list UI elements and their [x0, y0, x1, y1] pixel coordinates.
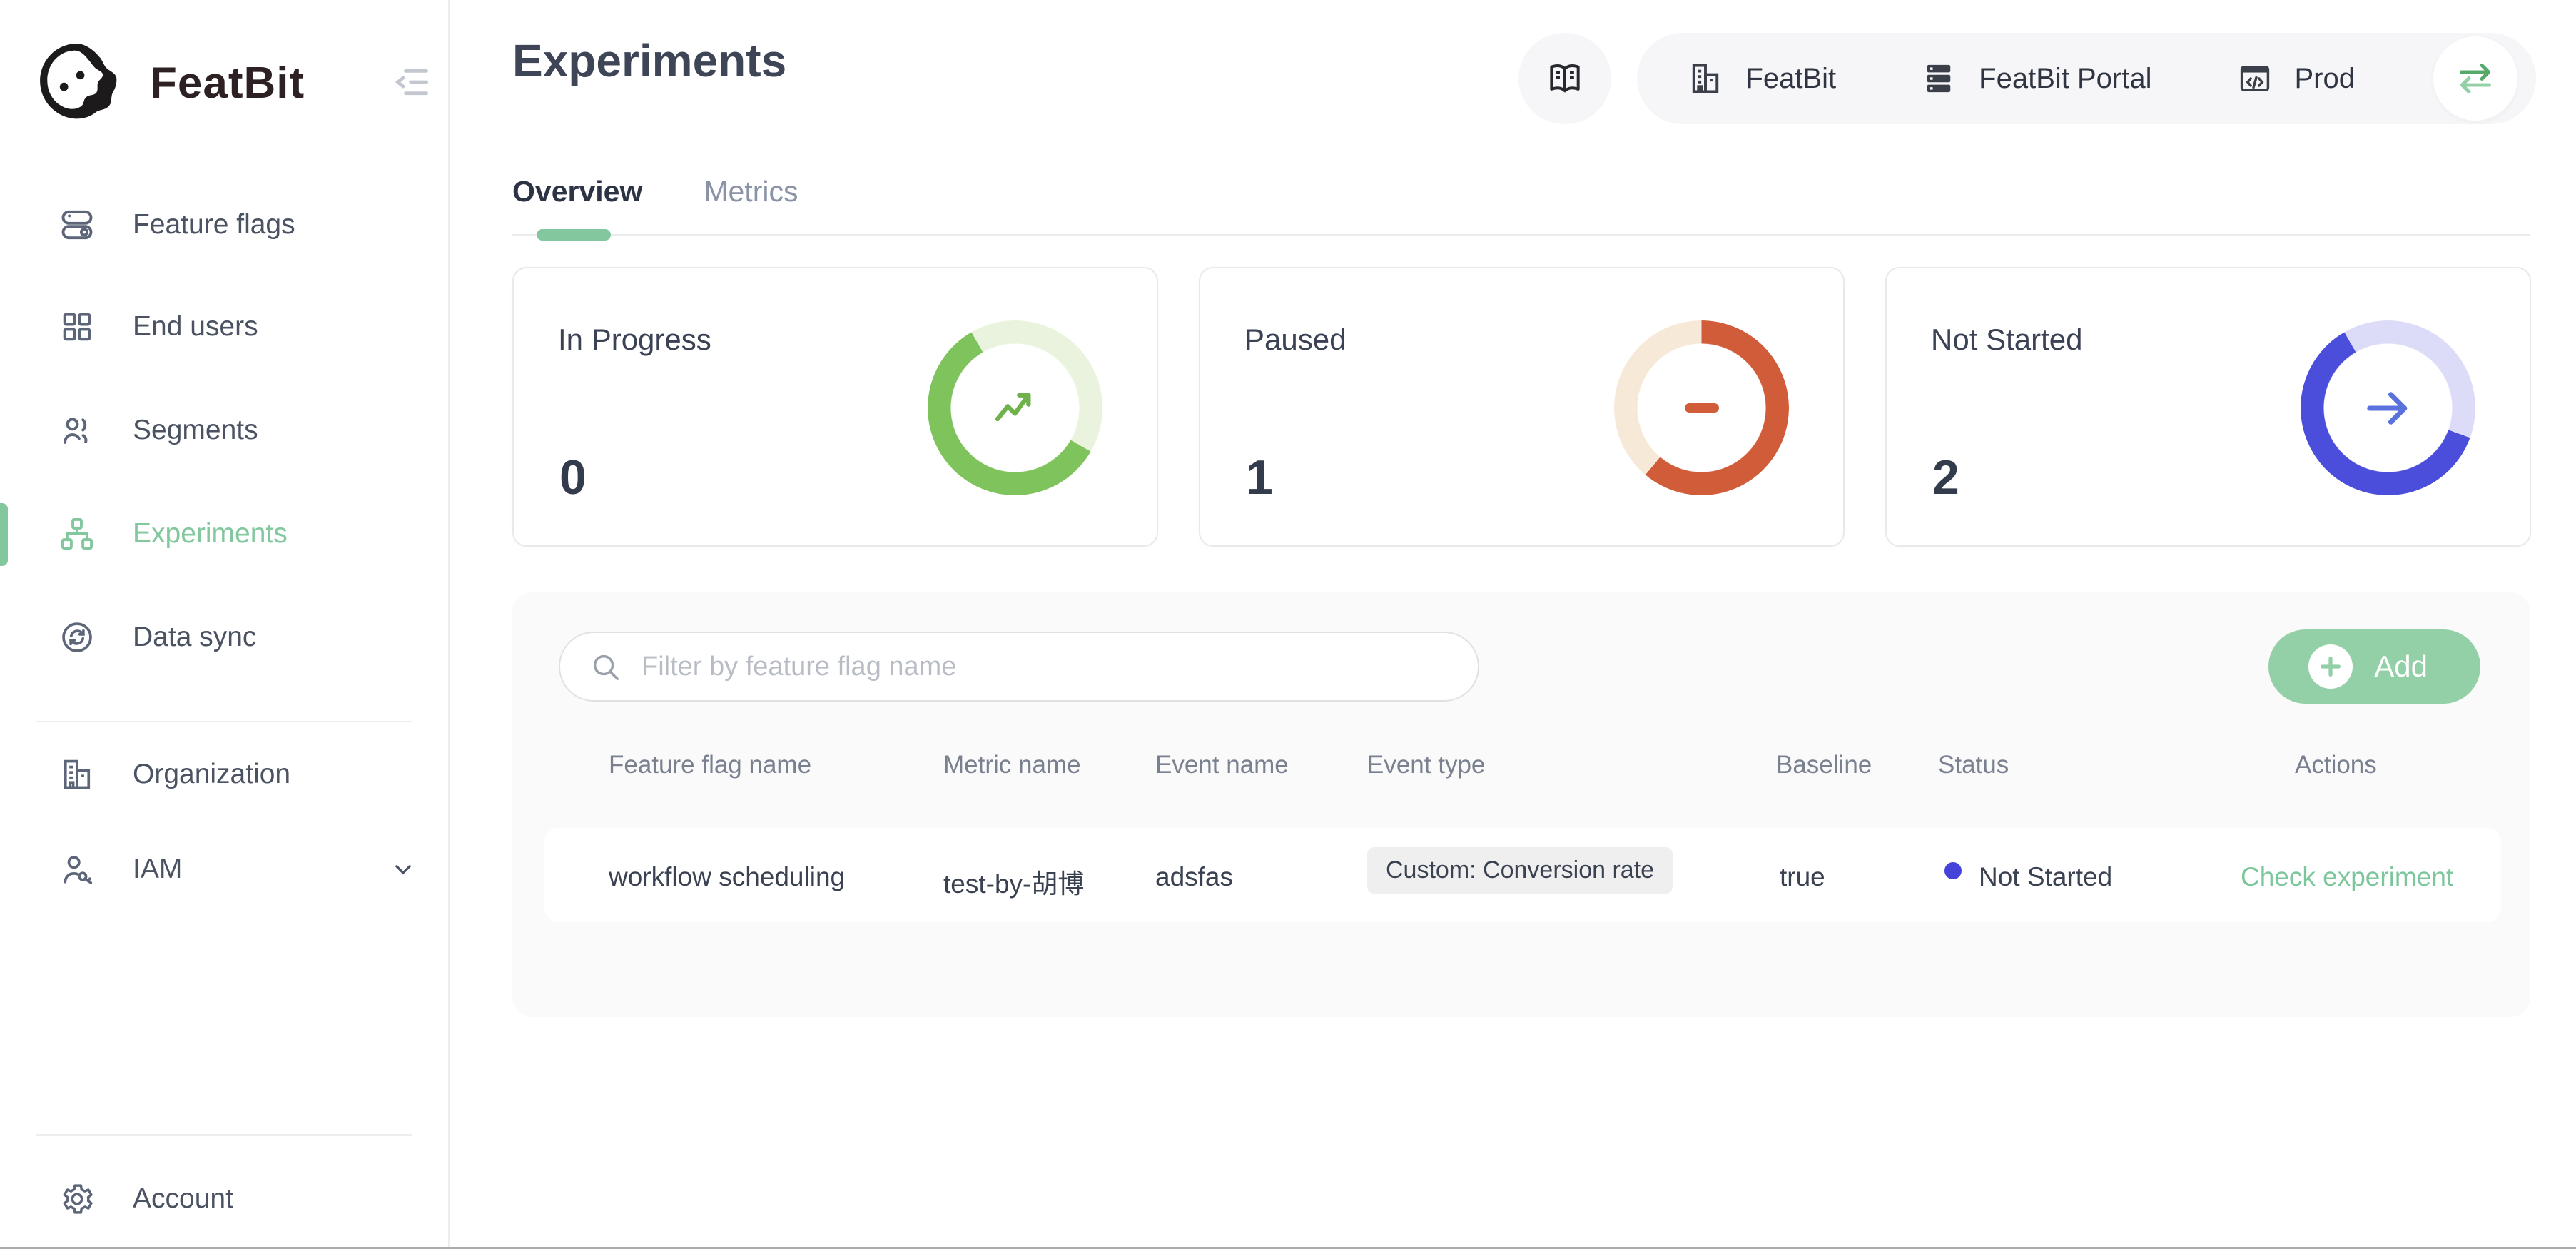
not-started-ring [2301, 320, 2475, 495]
event-name-cell: adsfas [1155, 862, 1233, 892]
card-value: 1 [1246, 450, 1273, 505]
feature-flag-name-cell: workflow scheduling [609, 862, 845, 892]
column-header: Status [1938, 751, 2009, 779]
feature-flags-icon [59, 206, 96, 243]
column-header: Baseline [1776, 751, 1872, 779]
browser-code-icon [2236, 60, 2273, 97]
server-stack-icon [1920, 60, 1957, 97]
sidebar-item-label: End users [133, 311, 258, 343]
chevron-down-icon[interactable] [389, 855, 417, 884]
search-input[interactable] [642, 652, 1449, 682]
iam-icon [59, 851, 96, 888]
in-progress-ring [928, 320, 1102, 495]
environment-bar: FeatBit FeatBit Portal [1518, 33, 2536, 124]
sidebar-divider [36, 721, 412, 722]
gear-icon [59, 1180, 96, 1218]
status-cell: Not Started [1979, 862, 2112, 892]
swap-arrows-icon [2453, 56, 2498, 101]
sidebar-item-experiments[interactable]: Experiments [0, 498, 448, 570]
sidebar-item-end-users[interactable]: End users [0, 291, 448, 363]
experiments-panel: Add Feature flag name Metric name Event … [512, 592, 2530, 1017]
search-icon [589, 650, 622, 683]
column-header: Metric name [943, 751, 1081, 779]
card-in-progress: In Progress 0 [512, 267, 1158, 547]
data-sync-icon [59, 619, 96, 656]
sidebar-item-iam[interactable]: IAM [0, 834, 448, 905]
sidebar-item-feature-flags[interactable]: Feature flags [0, 189, 448, 261]
table-row: workflow scheduling test-by-胡博 adsfas Cu… [544, 828, 2501, 922]
sidebar-item-segments[interactable]: Segments [0, 395, 448, 466]
book-icon [1545, 59, 1585, 98]
minus-icon [1614, 320, 1789, 495]
tab-track [512, 234, 2530, 236]
sidebar-item-label: Data sync [133, 622, 256, 653]
tab-active-indicator [537, 229, 611, 241]
sidebar-item-label: Organization [133, 759, 290, 790]
building-icon [1687, 60, 1724, 97]
status-dot [1944, 862, 1962, 879]
sidebar: FeatBit Feature flags [0, 0, 450, 1247]
portal-item[interactable]: FeatBit Portal [1920, 60, 2151, 97]
workspace-item[interactable]: FeatBit [1687, 60, 1836, 97]
sidebar-divider [36, 1134, 412, 1136]
card-title: Not Started [1931, 323, 2082, 357]
experiments-icon [59, 515, 96, 552]
sidebar-item-label: IAM [133, 854, 182, 885]
add-experiment-button[interactable]: Add [2268, 629, 2480, 704]
sidebar-item-data-sync[interactable]: Data sync [0, 602, 448, 673]
trend-up-icon [928, 320, 1102, 495]
segments-icon [59, 412, 96, 449]
card-value: 2 [1932, 450, 1959, 505]
sidebar-item-label: Feature flags [133, 209, 295, 241]
featbit-app: FeatBit Feature flags [0, 0, 2576, 1249]
sidebar-item-organization[interactable]: Organization [0, 739, 448, 810]
logo[interactable]: FeatBit [34, 39, 305, 126]
organization-icon [59, 756, 96, 793]
portal-name: FeatBit Portal [1979, 63, 2151, 95]
tab-overview[interactable]: Overview [512, 175, 642, 208]
event-type-badge: Custom: Conversion rate [1367, 847, 1673, 894]
switch-environment-button[interactable] [2433, 36, 2517, 121]
card-title: Paused [1244, 323, 1346, 357]
tab-metrics[interactable]: Metrics [704, 175, 798, 208]
metric-name-cell: test-by-胡博 [943, 862, 1084, 901]
filter-search [559, 632, 1479, 702]
tab-bar: Overview Metrics [512, 175, 798, 208]
page-title: Experiments [512, 34, 786, 87]
logo-text: FeatBit [150, 58, 305, 108]
sidebar-item-label: Account [133, 1183, 233, 1215]
sidebar-item-label: Segments [133, 415, 258, 446]
card-not-started: Not Started 2 [1885, 267, 2531, 547]
featbit-logo-icon [34, 39, 123, 126]
end-users-icon [59, 308, 96, 345]
workspace-name: FeatBit [1745, 63, 1836, 95]
card-title: In Progress [558, 323, 711, 357]
environment-item[interactable]: Prod [2236, 60, 2356, 97]
card-paused: Paused 1 [1199, 267, 1845, 547]
paused-ring [1614, 320, 1789, 495]
workspace-switcher: FeatBit FeatBit Portal [1637, 33, 2536, 124]
check-experiment-link[interactable]: Check experiment [2241, 862, 2453, 892]
sidebar-item-label: Experiments [133, 518, 288, 550]
add-button-label: Add [2374, 649, 2428, 684]
sidebar-item-account[interactable]: Account [0, 1163, 448, 1235]
baseline-cell: true [1780, 862, 1825, 892]
column-header: Event name [1155, 751, 1289, 779]
column-header: Actions [2295, 751, 2377, 779]
docs-button[interactable] [1518, 33, 1611, 124]
card-value: 0 [559, 450, 587, 505]
column-header: Event type [1367, 751, 1485, 779]
environment-name: Prod [2295, 63, 2356, 95]
column-header: Feature flag name [609, 751, 811, 779]
plus-icon [2308, 644, 2353, 689]
sidebar-collapse-icon[interactable] [391, 61, 432, 103]
arrow-right-icon [2301, 320, 2475, 495]
